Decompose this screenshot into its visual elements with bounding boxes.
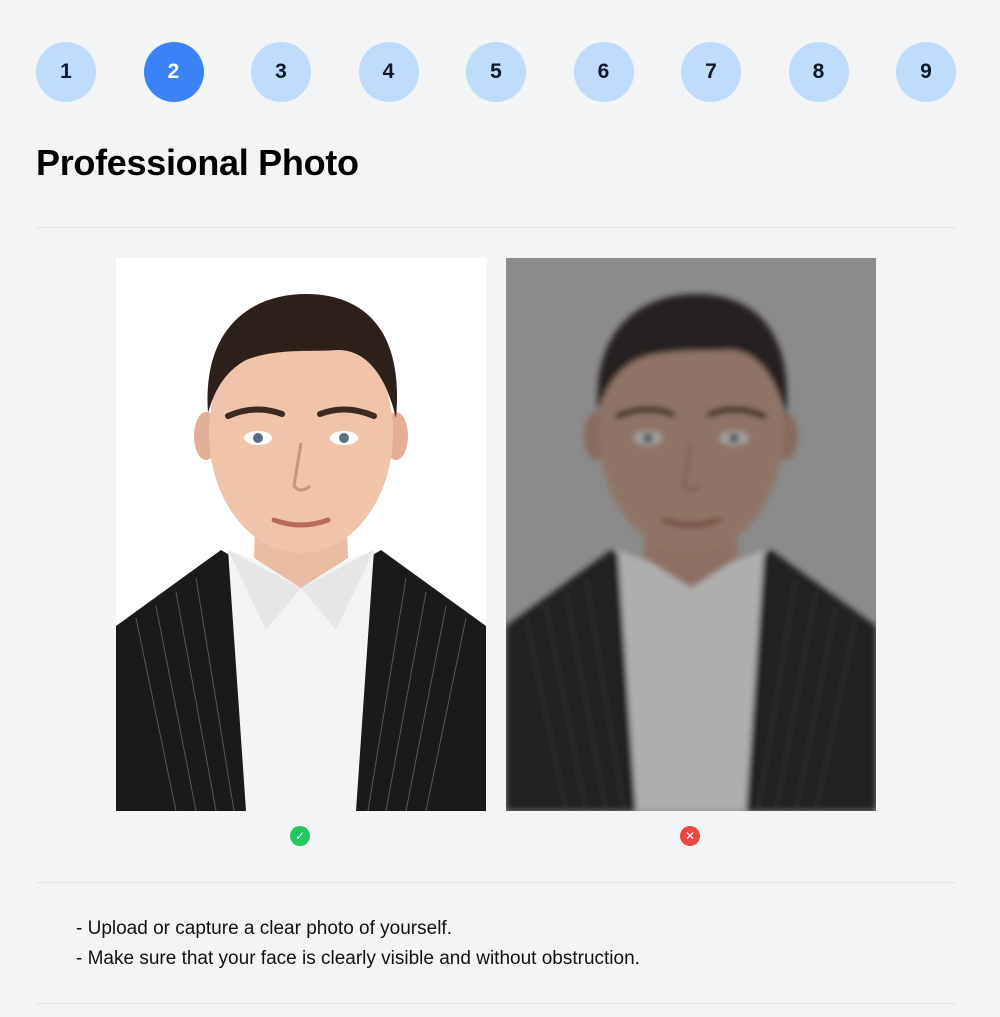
step-4[interactable]: 4 — [358, 42, 419, 102]
step-6[interactable]: 6 — [573, 42, 634, 102]
photo-step-page: 1 2 3 4 5 6 7 8 9 Professional Photo ✓ ✕… — [0, 0, 1000, 1017]
portrait-illustration-good — [116, 258, 486, 811]
x-circle-icon: ✕ — [680, 826, 700, 846]
instruction-item: - Make sure that your face is clearly vi… — [76, 948, 640, 969]
step-1[interactable]: 1 — [36, 42, 96, 102]
check-circle-icon: ✓ — [290, 826, 310, 846]
divider-middle — [36, 882, 956, 883]
instructions-list: - Upload or capture a clear photo of you… — [76, 914, 640, 974]
divider-bottom — [36, 1003, 956, 1004]
step-indicator: 1 2 3 4 5 6 7 8 9 — [36, 42, 956, 102]
divider-top — [36, 227, 956, 228]
step-5[interactable]: 5 — [466, 42, 526, 102]
page-title: Professional Photo — [36, 142, 359, 183]
step-3[interactable]: 3 — [251, 42, 311, 102]
step-9[interactable]: 9 — [896, 42, 956, 102]
portrait-illustration-bad — [506, 258, 876, 811]
step-2-active[interactable]: 2 — [143, 42, 204, 102]
step-8[interactable]: 8 — [788, 42, 849, 102]
bad-example-photo — [506, 258, 876, 811]
good-example-photo — [116, 258, 486, 811]
instruction-item: - Upload or capture a clear photo of you… — [76, 918, 452, 939]
step-7[interactable]: 7 — [681, 42, 741, 102]
